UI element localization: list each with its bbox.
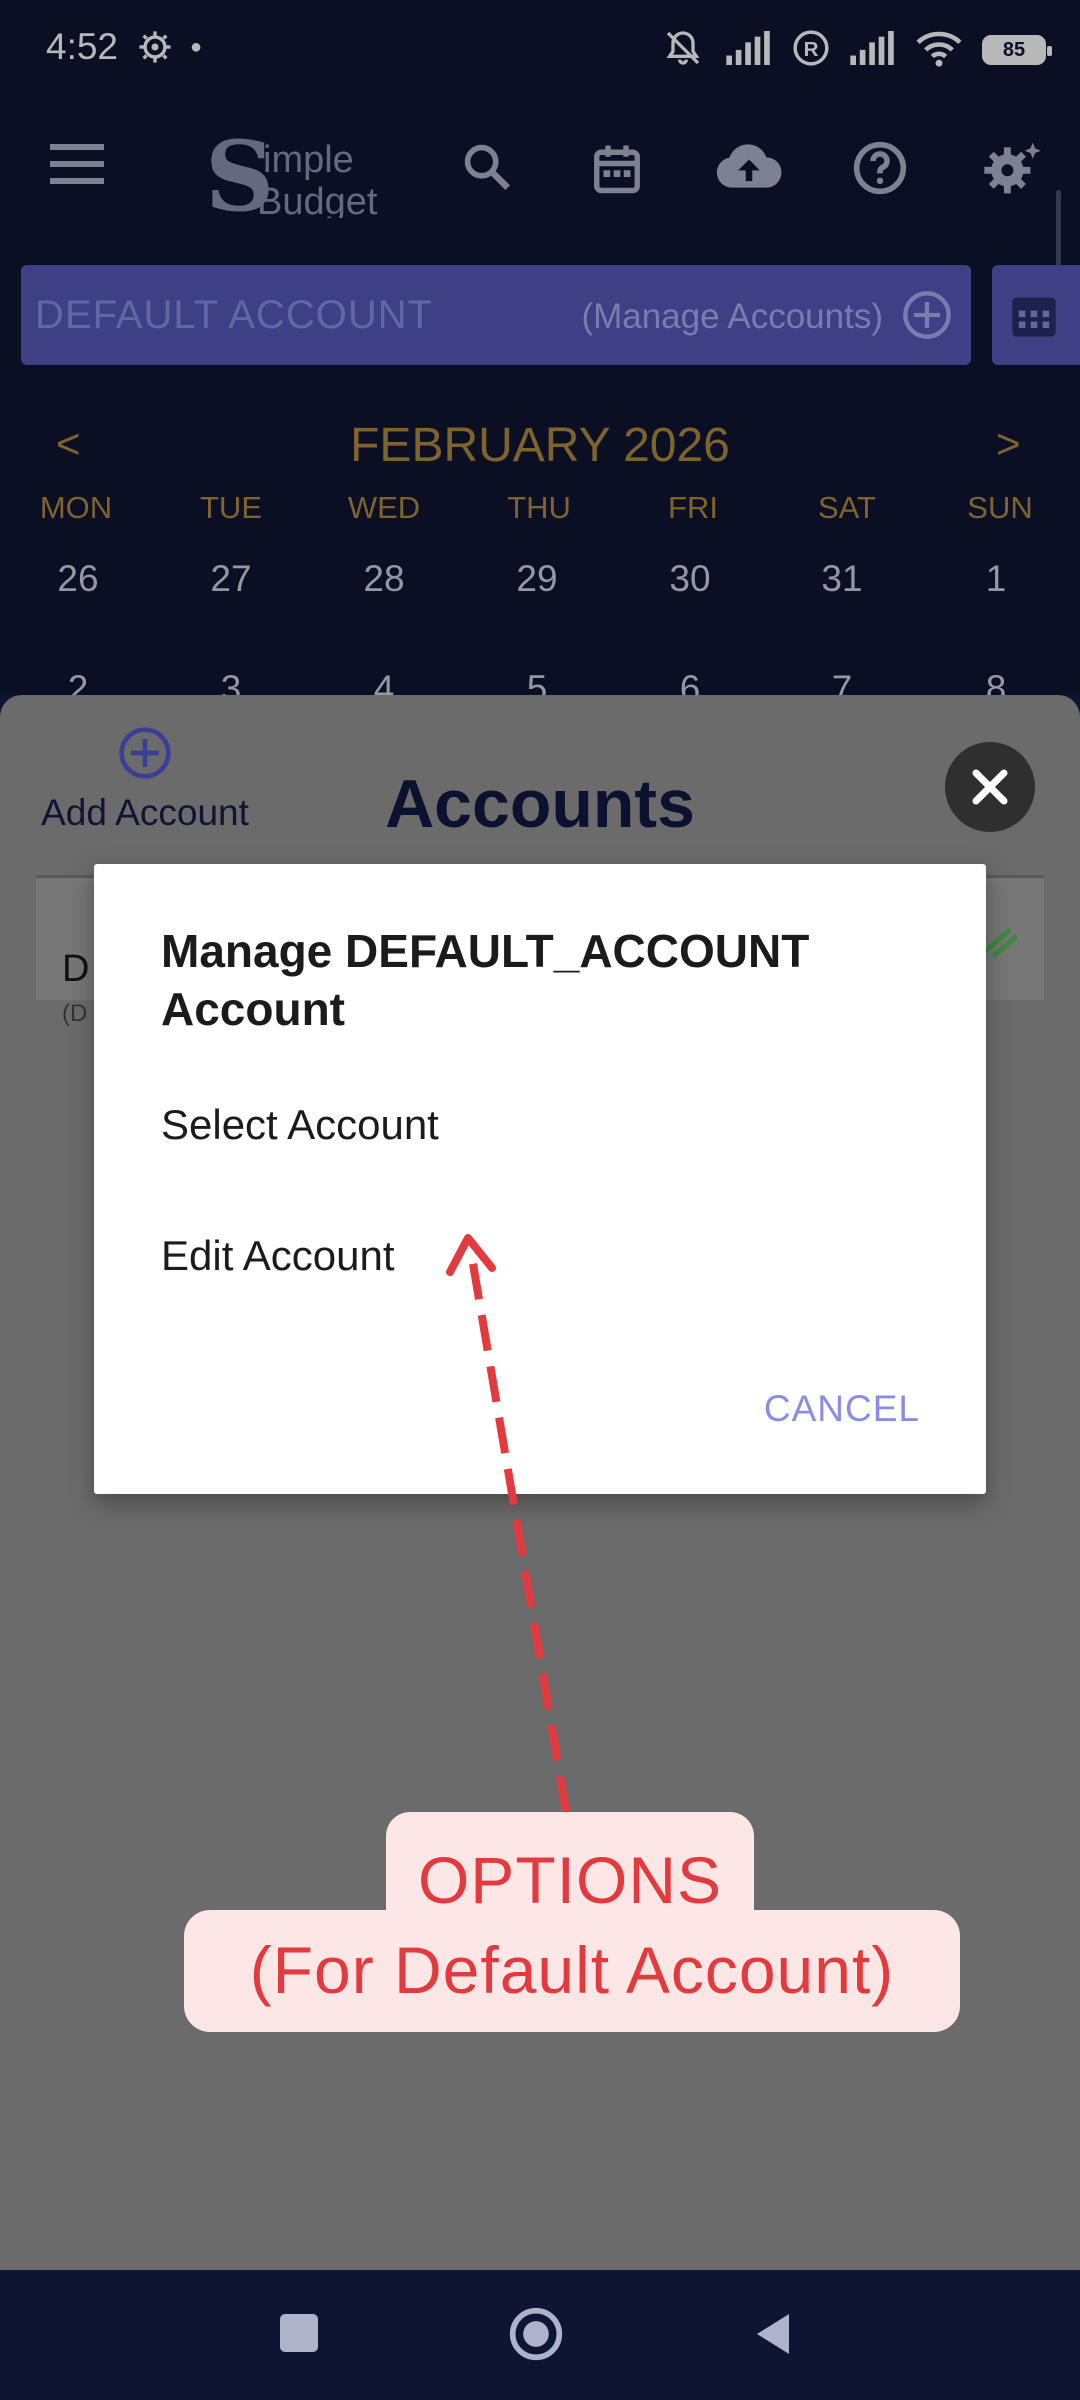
sheet-title: Accounts — [385, 766, 695, 842]
signal-icon — [726, 30, 772, 70]
calendar-day[interactable]: 29 — [462, 558, 612, 600]
status-bar: 4:52 ● R 85 — [0, 0, 1080, 100]
mute-bell-icon — [660, 28, 706, 73]
weekday-header: TUE — [200, 490, 262, 525]
calendar-day[interactable]: 31 — [767, 558, 917, 600]
calendar-day[interactable]: 28 — [309, 558, 459, 600]
search-icon[interactable] — [460, 140, 512, 197]
home-button[interactable] — [508, 2306, 564, 2367]
account-row-subtitle: (D — [62, 1000, 88, 1027]
svg-text:R: R — [804, 37, 819, 60]
date-picker-button[interactable] — [992, 265, 1080, 365]
home-icon — [509, 2307, 563, 2361]
dialog-title: Manage DEFAULT_ACCOUNT Account — [161, 925, 810, 1035]
checkmark-icon — [980, 925, 1020, 966]
settings-gear-icon — [138, 30, 172, 69]
menu-icon[interactable] — [50, 144, 104, 189]
weekday-header: SUN — [967, 490, 1033, 525]
account-row-name: D — [62, 948, 90, 990]
manage-account-dialog: Manage DEFAULT_ACCOUNT Account Select Ac… — [94, 864, 986, 1494]
notification-dot-icon: ● — [190, 36, 203, 58]
annotation-callout-top: OPTIONS — [386, 1812, 754, 1917]
weekday-header: WED — [347, 490, 421, 525]
status-time: 4:52 — [46, 26, 119, 67]
month-title: FEBRUARY 2026 — [350, 419, 730, 472]
battery-icon: 85 — [982, 35, 1052, 65]
calendar-day[interactable]: 1 — [921, 558, 1071, 600]
help-icon[interactable] — [852, 140, 908, 201]
calendar-icon[interactable] — [590, 140, 644, 201]
current-account-name: DEFAULT ACCOUNT — [35, 293, 434, 337]
recents-button[interactable] — [280, 2314, 318, 2352]
logo-line2: Budget — [257, 181, 378, 218]
status-icons: R 85 — [660, 26, 1052, 74]
cloud-upload-icon[interactable] — [714, 140, 784, 197]
app-logo: S imple Budget — [205, 120, 415, 233]
wifi-icon — [916, 29, 962, 72]
close-icon — [972, 769, 1008, 805]
back-icon — [757, 2314, 789, 2354]
account-selector-bar[interactable]: DEFAULT ACCOUNT (Manage Accounts) — [21, 265, 971, 365]
signal-icon-2 — [850, 30, 896, 70]
edit-account-option[interactable]: Edit Account — [161, 1232, 394, 1280]
close-button[interactable] — [945, 742, 1035, 832]
manage-accounts-label[interactable]: (Manage Accounts) — [581, 297, 883, 337]
annotation-callout-bottom: (For Default Account) — [184, 1910, 960, 2032]
annotation-subtitle: (For Default Account) — [249, 1933, 895, 2007]
calendar-day[interactable]: 27 — [156, 558, 306, 600]
settings-sparkle-icon[interactable] — [982, 140, 1042, 201]
navigation-bar — [0, 2270, 1080, 2400]
back-button[interactable] — [752, 2310, 794, 2363]
weekday-header: SAT — [818, 490, 876, 525]
annotation-title: OPTIONS — [417, 1843, 723, 1917]
calendar-day[interactable]: 30 — [615, 558, 765, 600]
calendar-day[interactable]: 26 — [3, 558, 153, 600]
calendar-grid-icon — [1008, 287, 1060, 348]
weekday-header: FRI — [668, 490, 718, 525]
weekday-header: THU — [507, 490, 571, 525]
add-circle-icon[interactable] — [901, 289, 953, 346]
roaming-icon: R — [792, 29, 830, 72]
next-month-button[interactable]: > — [996, 420, 1021, 468]
weekday-header: MON — [39, 490, 113, 525]
select-account-option[interactable]: Select Account — [161, 1101, 439, 1149]
top-toolbar: S imple Budget — [0, 110, 1080, 310]
cancel-button[interactable]: CANCEL — [764, 1388, 920, 1430]
logo-line1: imple — [263, 139, 354, 181]
